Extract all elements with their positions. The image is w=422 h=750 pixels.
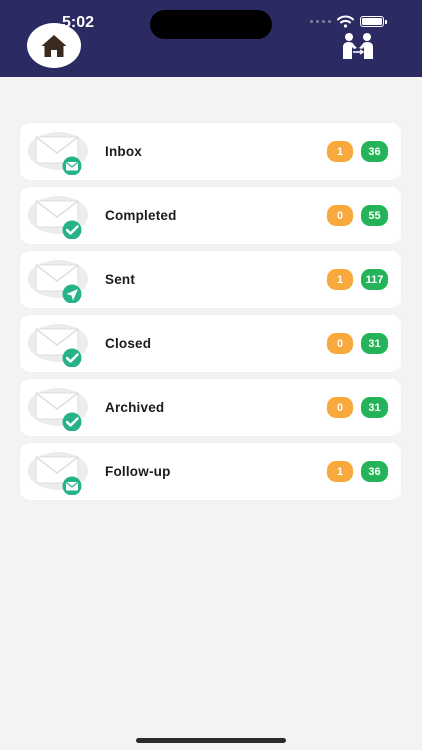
pending-count-badge: 1: [327, 141, 353, 162]
home-button[interactable]: [27, 23, 81, 68]
list-item-label: Sent: [105, 272, 136, 287]
wifi-icon: [337, 15, 354, 28]
signal-dots-icon: [310, 20, 331, 23]
total-count-badge: 55: [361, 205, 388, 226]
status-icons: [310, 15, 387, 28]
list-item[interactable]: Follow-up 1 36: [20, 443, 401, 500]
check-icon: [62, 412, 82, 431]
list-item-label: Closed: [105, 336, 152, 351]
list-item[interactable]: Completed 0 55: [20, 187, 401, 244]
list-item-label: Archived: [105, 400, 165, 415]
battery-icon: [360, 16, 387, 27]
pending-count-badge: 1: [327, 461, 353, 482]
pending-count-badge: 0: [327, 205, 353, 226]
pending-count-badge: 1: [327, 269, 353, 290]
list-item[interactable]: Sent 1 117: [20, 251, 401, 308]
app-header: 5:02: [0, 0, 422, 77]
check-icon: [62, 348, 82, 367]
mail-folder-icon: [28, 260, 88, 303]
pending-count-badge: 0: [327, 333, 353, 354]
mail-folder-icon: [28, 196, 88, 239]
mail-folder-icon: [28, 132, 88, 175]
check-icon: [62, 220, 82, 239]
people-exchange-icon[interactable]: [340, 32, 376, 60]
total-count-badge: 36: [361, 461, 388, 482]
total-count-badge: 31: [361, 333, 388, 354]
mail-folder-icon: [28, 324, 88, 367]
total-count-badge: 117: [361, 269, 388, 290]
dynamic-island: [150, 10, 272, 39]
list-item-label: Completed: [105, 208, 177, 223]
list-item[interactable]: Inbox 1 36: [20, 123, 401, 180]
total-count-badge: 36: [361, 141, 388, 162]
home-icon: [41, 34, 67, 57]
total-count-badge: 31: [361, 397, 388, 418]
list-item-label: Inbox: [105, 144, 142, 159]
list-item-label: Follow-up: [105, 464, 171, 479]
mail-folder-icon: [28, 452, 88, 495]
home-indicator: [136, 738, 286, 743]
mailbox-list: Inbox 1 36 Completed 0 55 Sent 1 117 Closed 0 31 Arc…: [20, 123, 401, 507]
mail-folder-icon: [28, 388, 88, 431]
pending-count-badge: 0: [327, 397, 353, 418]
list-item[interactable]: Closed 0 31: [20, 315, 401, 372]
list-item[interactable]: Archived 0 31: [20, 379, 401, 436]
